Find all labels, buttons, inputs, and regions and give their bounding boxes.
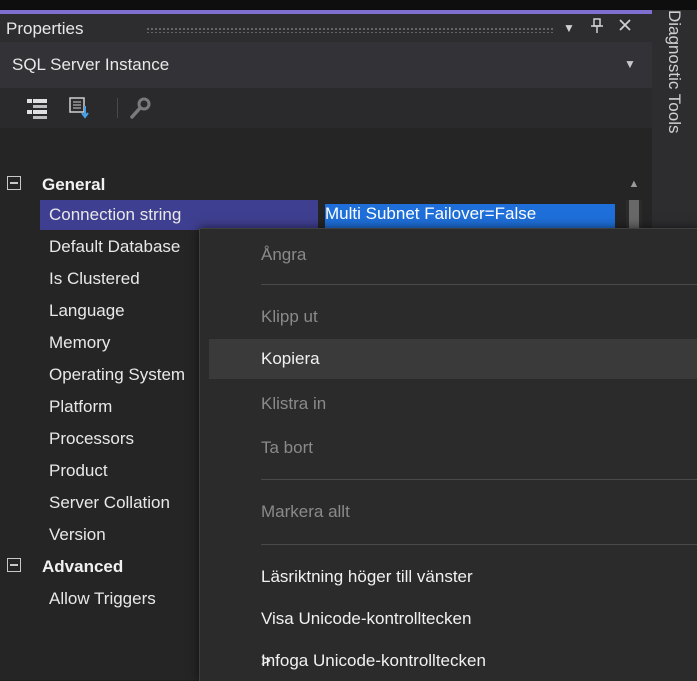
menu-item-copy[interactable]: Kopiera	[209, 339, 697, 379]
properties-toolbar	[0, 88, 652, 128]
categorized-icon[interactable]	[26, 96, 50, 120]
menu-item-insert-unicode-control[interactable]: Infoga Unicode-kontrolltecken >	[200, 641, 697, 681]
object-selector-value: SQL Server Instance	[12, 55, 170, 74]
toolbar-separator	[117, 98, 118, 118]
close-icon[interactable]	[618, 18, 632, 37]
property-value-field[interactable]: Multi Subnet Failover=False	[325, 204, 615, 228]
collapse-icon[interactable]	[7, 558, 21, 572]
menu-item-paste[interactable]: Klistra in	[200, 384, 697, 424]
top-frame-strip	[0, 0, 697, 10]
collapse-icon[interactable]	[7, 176, 21, 190]
dropdown-arrow-icon[interactable]: ▼	[624, 57, 636, 71]
menu-separator	[261, 284, 697, 285]
menu-item-cut[interactable]: Klipp ut	[200, 297, 697, 337]
object-selector-dropdown[interactable]: SQL Server Instance ▼	[0, 42, 652, 88]
chevron-down-icon[interactable]: ▼	[563, 21, 575, 35]
menu-item-undo[interactable]: Ångra	[200, 235, 697, 275]
menu-item-delete[interactable]: Ta bort	[200, 428, 697, 468]
menu-item-show-unicode-control[interactable]: Visa Unicode-kontrolltecken	[200, 599, 697, 639]
panel-titlebar[interactable]: Properties ▼	[0, 14, 652, 42]
property-row[interactable]: Connection string Multi Subnet Failover=…	[40, 200, 616, 230]
category-label: General	[42, 175, 106, 194]
property-name-cell: Connection string	[40, 200, 318, 230]
wrench-icon[interactable]	[128, 96, 152, 120]
category-general[interactable]: General	[0, 170, 652, 200]
menu-separator	[261, 544, 697, 545]
alphabetical-icon[interactable]	[68, 96, 92, 120]
chevron-right-icon: >	[261, 651, 271, 670]
category-label: Advanced	[42, 557, 124, 576]
scroll-up-icon[interactable]: ▲	[626, 178, 642, 194]
pin-icon[interactable]	[590, 18, 604, 39]
drag-grip[interactable]	[146, 27, 553, 33]
menu-separator	[261, 479, 697, 480]
menu-item-rtl-reading-order[interactable]: Läsriktning höger till vänster	[200, 557, 697, 597]
context-menu: Ångra Klipp ut Kopiera Klistra in Ta bor…	[199, 228, 697, 681]
menu-item-select-all[interactable]: Markera allt	[200, 492, 697, 532]
panel-title: Properties	[6, 19, 84, 38]
